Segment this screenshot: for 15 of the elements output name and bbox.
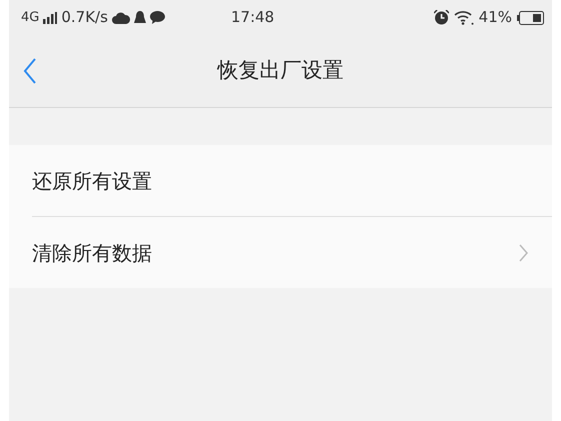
notification-icon: [134, 10, 146, 24]
cloud-icon: [112, 12, 130, 24]
page-title: 恢复出厂设置: [218, 58, 344, 82]
back-icon: [23, 58, 37, 84]
network-speed: 0.7K/s: [61, 7, 108, 28]
clock-time: 17:48: [231, 7, 274, 28]
alarm-icon: [434, 10, 449, 25]
network-type: 4G: [21, 8, 40, 27]
chat-icon: [150, 11, 165, 24]
battery-percent: 41%: [478, 7, 512, 28]
wifi-icon: [454, 10, 474, 25]
settings-item[interactable]: 还原所有设置: [9, 145, 552, 216]
battery-icon: [517, 10, 544, 24]
signal-icon: [43, 12, 58, 24]
settings-item[interactable]: 清除所有数据: [9, 217, 552, 288]
